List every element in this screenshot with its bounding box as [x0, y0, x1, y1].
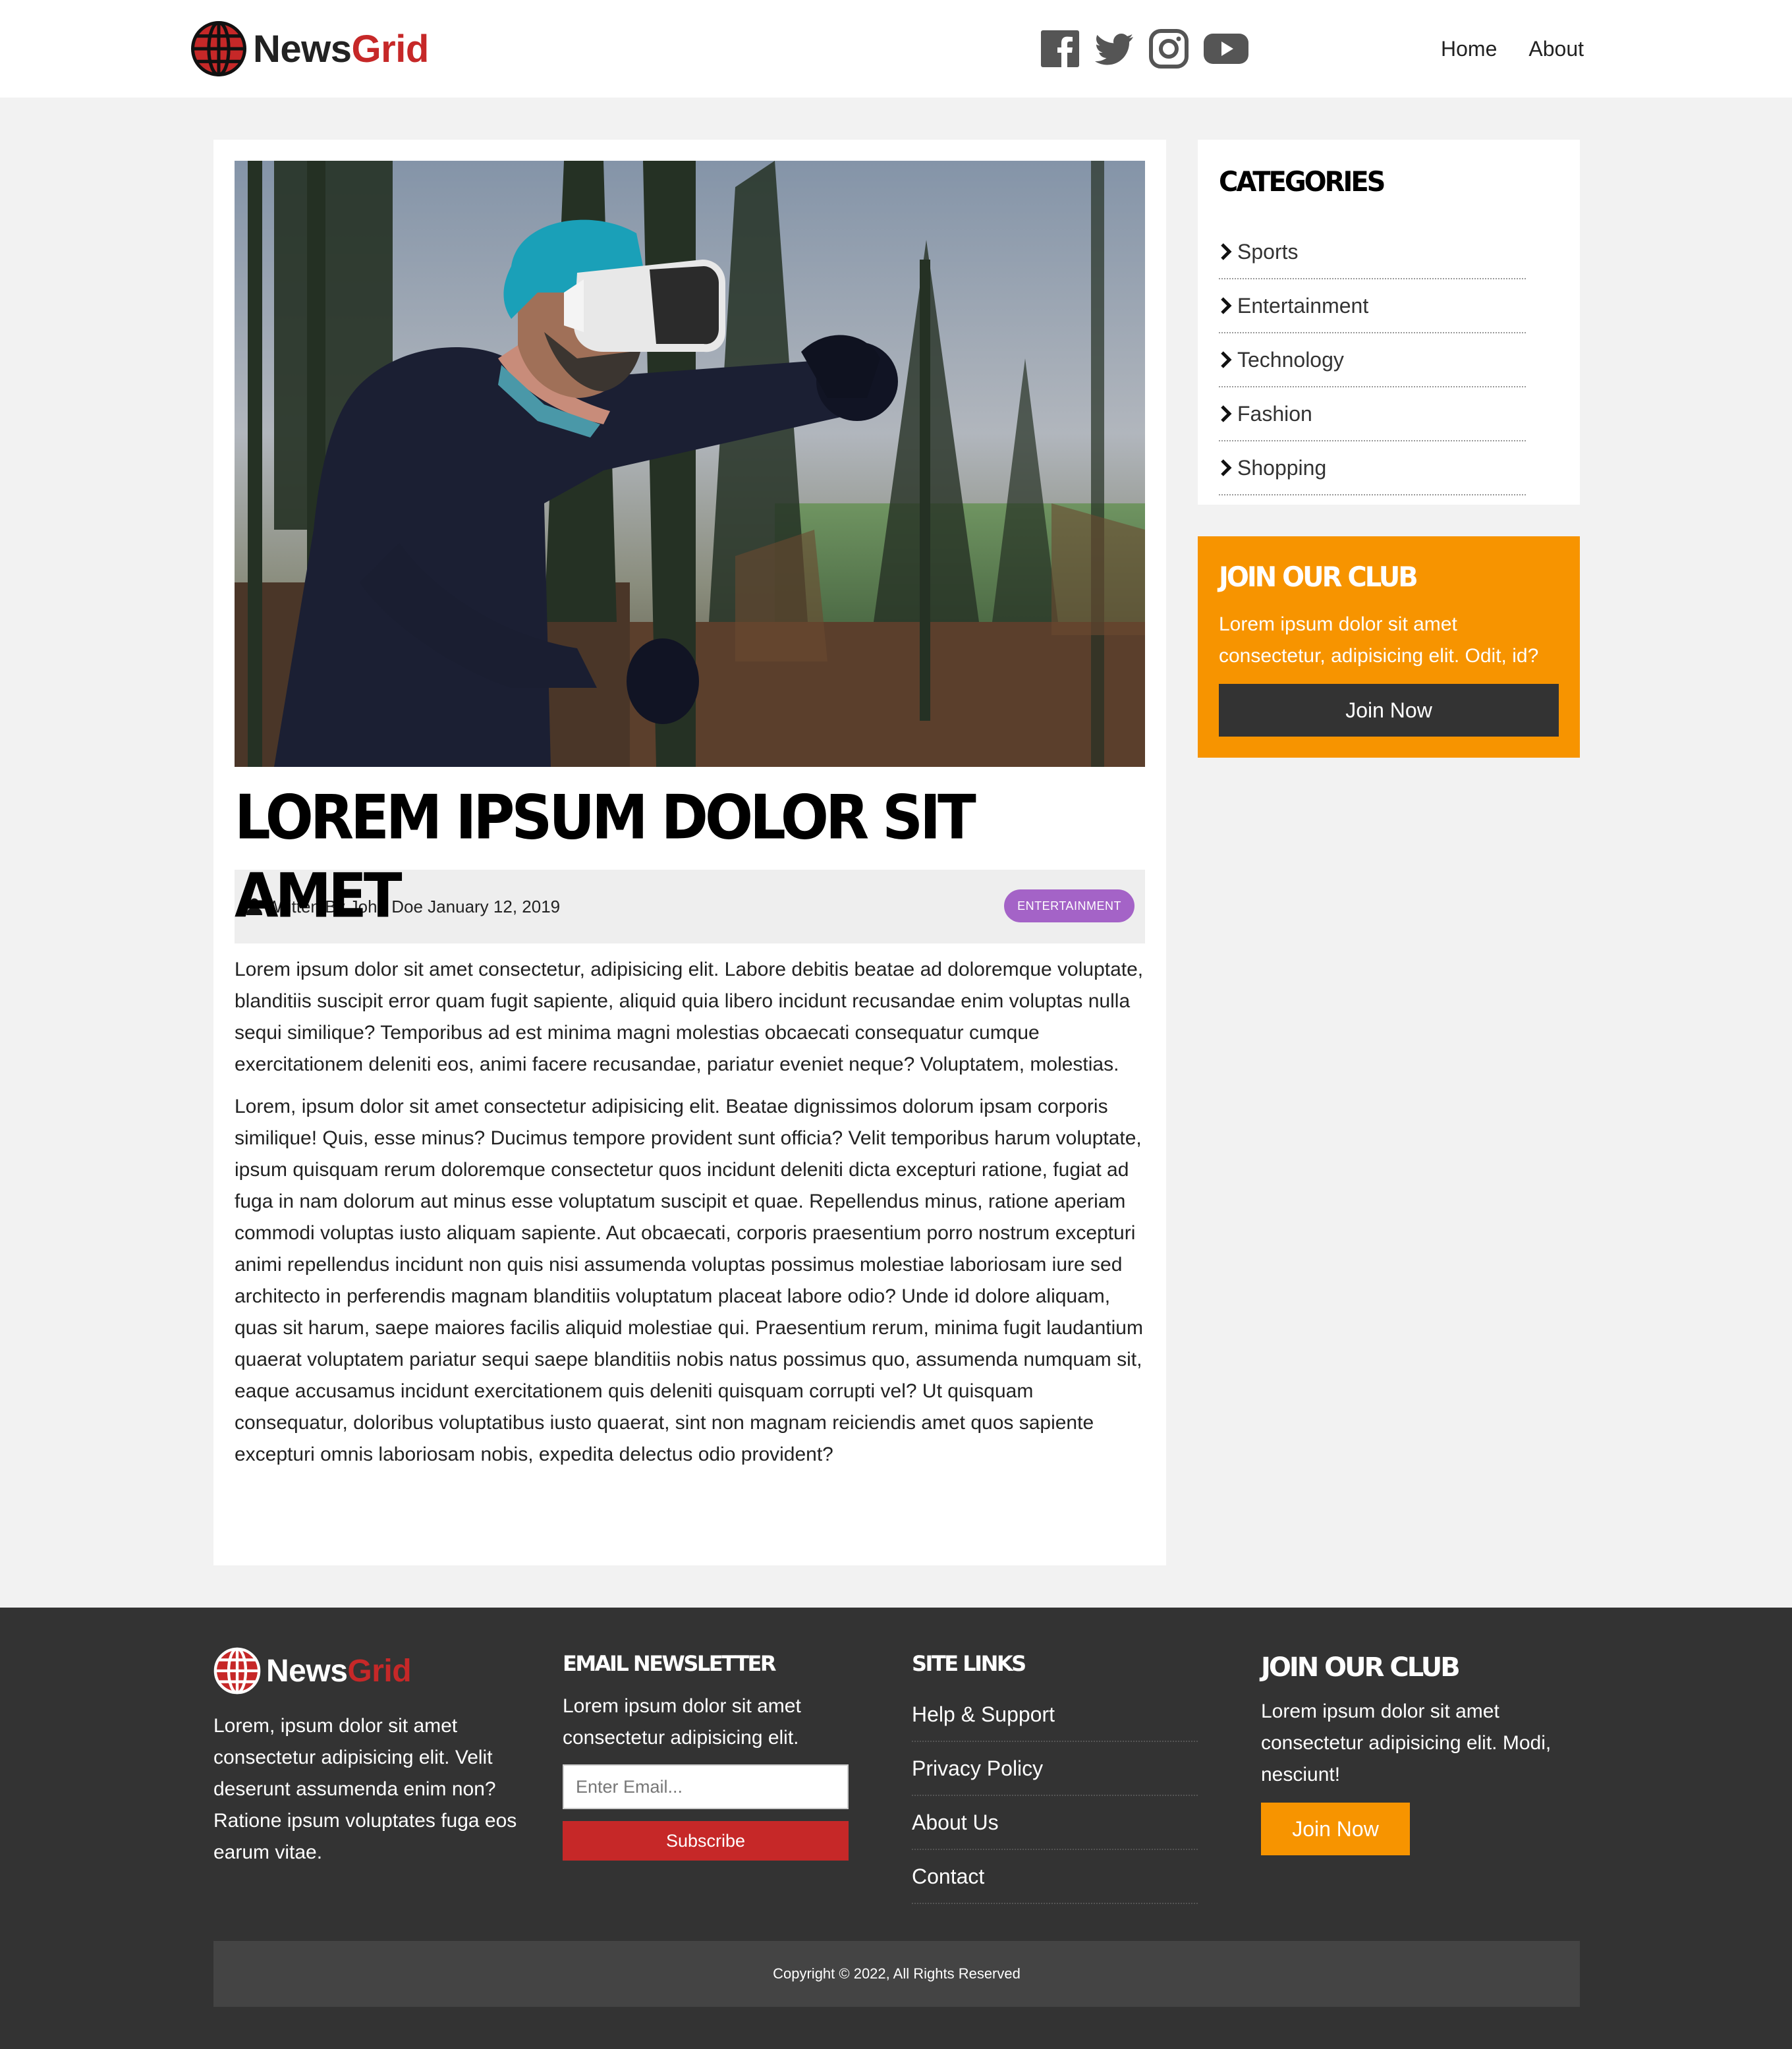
globe-logo-icon	[191, 21, 246, 76]
site-link-item: Help & Support	[912, 1688, 1198, 1742]
category-list: Sports Entertainment Technology Fashion …	[1219, 225, 1526, 495]
nav-about-link[interactable]: About	[1528, 33, 1584, 65]
logo-text-grid: Grid	[347, 1653, 412, 1689]
privacy-policy-link[interactable]: Privacy Policy	[912, 1756, 1043, 1781]
join-club-text: Lorem ipsum dolor sit amet consectetur, …	[1219, 613, 1539, 667]
category-item-sports[interactable]: Sports	[1219, 225, 1526, 279]
facebook-icon[interactable]	[1041, 29, 1080, 69]
about-us-link[interactable]: About Us	[912, 1810, 999, 1835]
category-item-fashion[interactable]: Fashion	[1219, 387, 1526, 441]
footer-about-column: NewsGrid Lorem, ipsum dolor sit amet con…	[213, 1647, 530, 1868]
footer-club-column: JOIN OUR CLUB Lorem ipsum dolor sit amet…	[1261, 1652, 1584, 1855]
email-input[interactable]	[563, 1764, 849, 1809]
newsletter-heading: EMAIL NEWSLETTER	[563, 1651, 777, 1676]
globe-logo-icon	[213, 1647, 261, 1695]
site-links-heading: SITE LINKS	[912, 1651, 1026, 1676]
social-links	[1041, 29, 1264, 69]
logo-text: NewsGrid	[253, 27, 429, 71]
footer-join-now-button[interactable]: Join Now	[1261, 1803, 1410, 1855]
footer: NewsGrid Lorem, ipsum dolor sit amet con…	[0, 1608, 1792, 2049]
category-label: Fashion	[1237, 401, 1312, 426]
logo-text-news: News	[253, 27, 352, 70]
chevron-right-icon	[1221, 297, 1232, 314]
category-label: Shopping	[1237, 455, 1327, 480]
help-support-link[interactable]: Help & Support	[912, 1702, 1055, 1727]
join-club-heading: JOIN OUR CLUB	[1219, 561, 1418, 594]
categories-heading: CATEGORIES	[1219, 166, 1386, 198]
instagram-icon[interactable]	[1149, 29, 1189, 69]
category-label: Sports	[1237, 239, 1299, 264]
site-link-item: About Us	[912, 1796, 1198, 1850]
footer-club-text: Lorem ipsum dolor sit amet consectetur a…	[1261, 1700, 1552, 1785]
youtube-icon[interactable]	[1203, 29, 1249, 69]
logo-text-news: News	[266, 1653, 348, 1689]
copyright-bar: Copyright © 2022, All Rights Reserved	[213, 1941, 1580, 2007]
subscribe-button[interactable]: Subscribe	[563, 1821, 849, 1861]
article-title: LOREM IPSUM DOLOR SIT AMET	[235, 782, 976, 932]
footer-logo-text: NewsGrid	[266, 1653, 412, 1689]
site-logo[interactable]: NewsGrid	[191, 20, 429, 78]
vr-man-photo	[235, 161, 1145, 767]
category-item-shopping[interactable]: Shopping	[1219, 441, 1526, 495]
copyright-text: Copyright © 2022, All Rights Reserved	[773, 1965, 1021, 1982]
newsletter-text: Lorem ipsum dolor sit amet consectetur a…	[563, 1695, 801, 1749]
chevron-right-icon	[1221, 459, 1232, 476]
category-item-entertainment[interactable]: Entertainment	[1219, 279, 1526, 333]
article-card: Written By John Doe January 12, 2019 ENT…	[213, 140, 1166, 1565]
article-body: Lorem ipsum dolor sit amet consectetur, …	[235, 954, 1150, 1481]
twitter-icon[interactable]	[1095, 29, 1134, 69]
join-now-button[interactable]: Join Now	[1219, 684, 1559, 737]
category-label: Technology	[1237, 347, 1344, 372]
chevron-right-icon	[1221, 351, 1232, 368]
footer-logo[interactable]: NewsGrid	[213, 1647, 530, 1695]
main-nav: Home About	[1409, 33, 1584, 65]
chevron-right-icon	[1221, 405, 1232, 422]
footer-site-links-column: SITE LINKS Help & Support Privacy Policy…	[912, 1651, 1202, 1904]
site-link-item: Privacy Policy	[912, 1742, 1198, 1796]
contact-link[interactable]: Contact	[912, 1865, 984, 1889]
categories-card: CATEGORIES Sports Entertainment Technolo…	[1198, 140, 1580, 505]
site-link-item: Contact	[912, 1850, 1198, 1904]
footer-club-heading: JOIN OUR CLUB	[1261, 1652, 1461, 1683]
category-label: Entertainment	[1237, 293, 1369, 318]
nav-home-link[interactable]: Home	[1441, 33, 1497, 65]
article-hero-image	[235, 161, 1145, 767]
logo-text-grid: Grid	[351, 27, 430, 70]
category-item-technology[interactable]: Technology	[1219, 333, 1526, 387]
article-paragraph: Lorem ipsum dolor sit amet consectetur, …	[235, 959, 1144, 1075]
footer-newsletter-column: EMAIL NEWSLETTER Lorem ipsum dolor sit a…	[563, 1651, 853, 1861]
site-links-list: Help & Support Privacy Policy About Us C…	[912, 1688, 1198, 1904]
footer-about-text: Lorem, ipsum dolor sit amet consectetur …	[213, 1715, 517, 1863]
chevron-right-icon	[1221, 243, 1232, 260]
join-club-card: JOIN OUR CLUB Lorem ipsum dolor sit amet…	[1198, 536, 1580, 758]
navbar: NewsGrid Home About	[0, 0, 1792, 98]
article-paragraph: Lorem, ipsum dolor sit amet consectetur …	[235, 1096, 1143, 1465]
